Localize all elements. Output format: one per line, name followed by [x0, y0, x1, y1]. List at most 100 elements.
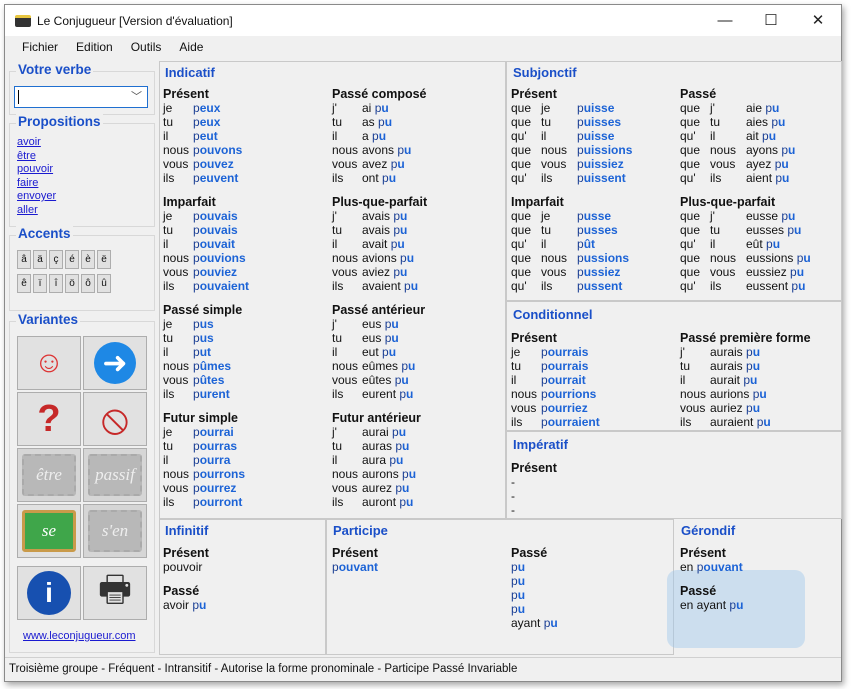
proposition-link[interactable]: pouvoir [17, 163, 56, 177]
aux-text: ayez [746, 157, 775, 171]
pronoun: ils [163, 495, 175, 509]
conditionnel-title: Conditionnel [513, 307, 593, 322]
girl-button[interactable]: ☺ [17, 336, 81, 390]
verb-ending: uissent [583, 171, 626, 185]
verb-stem: p [193, 129, 200, 143]
verb-form: pussent [577, 279, 622, 293]
verb-form: pourrait [541, 373, 586, 387]
verb-stem: p [577, 223, 584, 237]
status-bar: Troisième groupe - Fréquent - Intransiti… [5, 657, 841, 681]
verb-stem: p [746, 345, 753, 359]
printer-button[interactable]: 🖶 [83, 566, 147, 620]
verb-input[interactable]: ﹀ [14, 86, 148, 108]
verb-ending: u [752, 345, 761, 359]
aux-text: aurions [710, 387, 753, 401]
pronoun: j' [332, 101, 337, 115]
verb-form: pouvons [193, 143, 242, 157]
aux-text: avez [362, 157, 391, 171]
accent-button[interactable]: ç [49, 250, 63, 269]
verb-ending: usses [583, 223, 618, 237]
verb-stem: p [193, 265, 200, 279]
info-button[interactable]: i [17, 566, 81, 620]
menu-outils[interactable]: Outils [122, 40, 171, 54]
accent-button[interactable]: è [81, 250, 95, 269]
pronoun: il [710, 129, 716, 143]
accent-button[interactable]: ä [33, 250, 47, 269]
verb-ending: ourrais [547, 345, 589, 359]
verb-ending: ouvions [199, 251, 246, 265]
question-button[interactable]: ? [17, 392, 81, 446]
accent-button[interactable]: ô [81, 274, 95, 293]
proposition-link[interactable]: avoir [17, 136, 56, 150]
verb-stem: p [193, 279, 200, 293]
pronoun: que [680, 157, 701, 171]
menu-aide[interactable]: Aide [170, 40, 212, 54]
imperatif-form: - [511, 475, 515, 489]
pronoun: je [541, 209, 551, 223]
verb-stem: p [577, 279, 584, 293]
etre-button[interactable]: être [17, 448, 81, 502]
pronoun: qu' [511, 171, 527, 185]
proposition-link[interactable]: faire [17, 177, 56, 191]
accent-button[interactable]: â [17, 250, 31, 269]
variantes-title: Variantes [16, 312, 81, 327]
verb-form: ont pu [362, 171, 396, 185]
verb-ending: uissions [583, 143, 633, 157]
negation-button[interactable]: ⦸ [83, 392, 147, 446]
verb-stem: p [746, 401, 753, 415]
tense-heading: Présent [511, 87, 557, 101]
accent-button[interactable]: é [65, 250, 79, 269]
tense-heading: Passé première forme [680, 331, 811, 345]
pronoun: tu [163, 115, 174, 129]
arrow-right-button[interactable]: ➜ [83, 336, 147, 390]
pronoun: nous [163, 467, 190, 481]
menu-fichier[interactable]: Fichier [13, 40, 67, 54]
proposition-link[interactable]: être [17, 150, 56, 164]
verb-stem: p [193, 373, 200, 387]
verb-form: aurait pu [710, 373, 757, 387]
verb-stem: p [511, 588, 518, 602]
close-button[interactable]: ✕ [795, 5, 841, 35]
pronoun: que [680, 251, 701, 265]
accent-button[interactable]: ö [65, 274, 79, 293]
verb-form: eussent pu [746, 279, 805, 293]
aux-text: ont [362, 171, 383, 185]
pronoun: vous [332, 373, 358, 387]
se-button[interactable]: se [17, 504, 81, 558]
aux-text: eurent [362, 387, 400, 401]
accent-button[interactable]: ë [97, 250, 111, 269]
maximize-button[interactable]: ☐ [748, 5, 794, 35]
pronoun: il [541, 129, 547, 143]
verb-ending: us [199, 317, 214, 331]
verb-stem: p [382, 345, 389, 359]
pronoun: vous [680, 401, 706, 415]
verb-form: avais pu [362, 209, 407, 223]
verb-stem: p [193, 115, 200, 129]
pronoun: ils [163, 387, 175, 401]
accent-button[interactable]: û [97, 274, 111, 293]
chevron-down-icon[interactable]: ﹀ [131, 88, 142, 104]
verb-stem: p [577, 129, 584, 143]
proposition-link[interactable]: envoyer [17, 190, 56, 204]
verb-form: eussions pu [746, 251, 811, 265]
proposition-link[interactable]: aller [17, 204, 56, 218]
aux-text: auraient [710, 415, 757, 429]
pronoun: vous [541, 265, 567, 279]
pronoun: ils [163, 171, 175, 185]
accent-button[interactable]: ê [17, 274, 31, 293]
website-link[interactable]: www.leconjugueur.com [23, 630, 136, 644]
verb-form: pusse [577, 209, 611, 223]
passif-button[interactable]: passif [83, 448, 147, 502]
verb-form: aurais pu [710, 345, 760, 359]
tense-heading: Passé [163, 584, 200, 598]
verb-ending: uisse [583, 129, 615, 143]
verb-form: aura pu [362, 453, 403, 467]
accent-button[interactable]: î [49, 274, 63, 293]
verb-ending: ourrai [199, 425, 234, 439]
aux-text: avais [362, 209, 394, 223]
verb-form: avais pu [362, 223, 407, 237]
menu-edition[interactable]: Edition [67, 40, 122, 54]
sen-button[interactable]: s'en [83, 504, 147, 558]
accent-button[interactable]: ï [33, 274, 47, 293]
minimize-button[interactable]: — [702, 5, 748, 35]
